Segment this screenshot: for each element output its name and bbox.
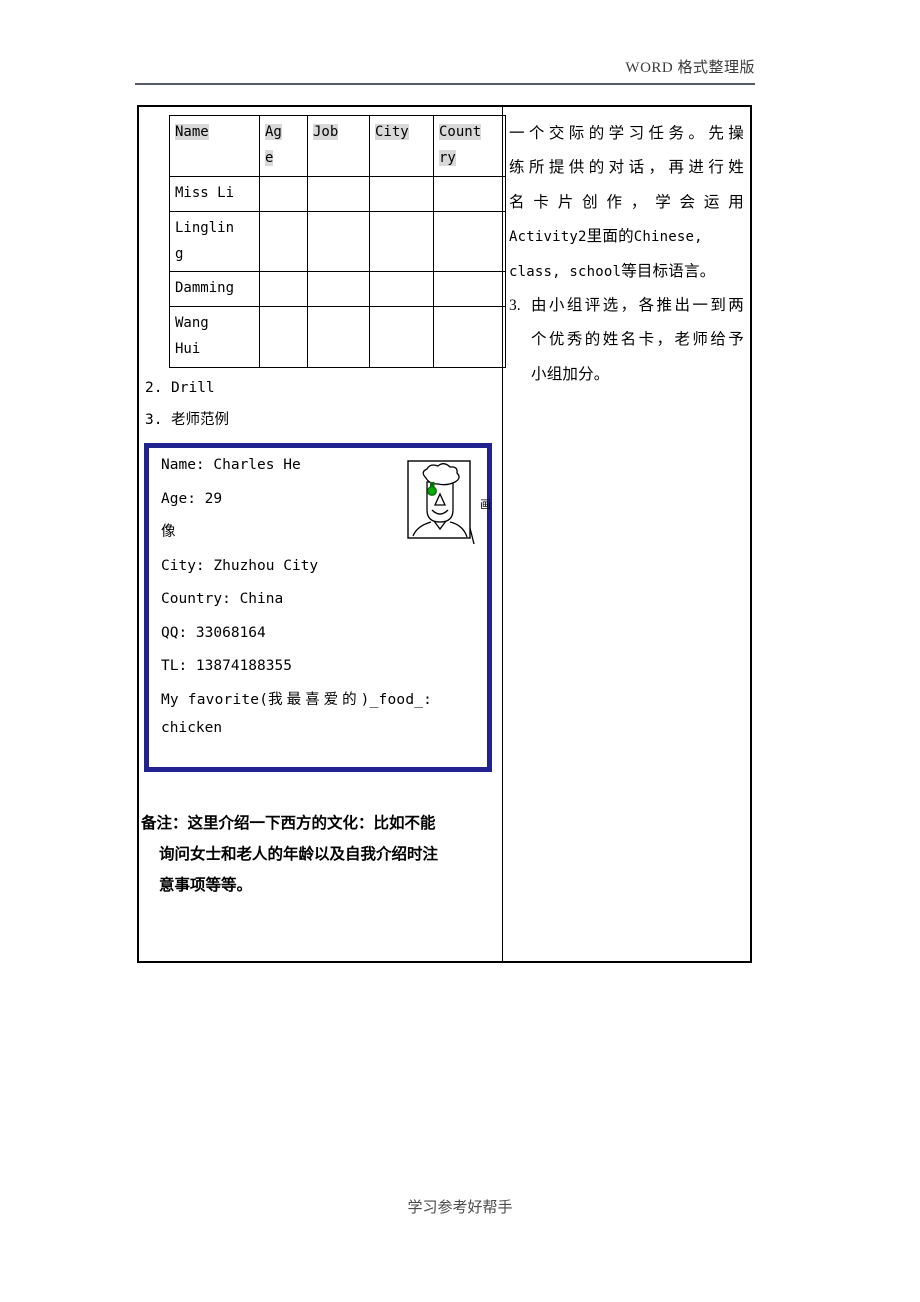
portrait-caption: 画 [480,499,491,512]
class-school-token: class, school [509,263,622,280]
card-field-qq: QQ: 33068164 [161,624,266,641]
card-field-telephone: TL: 13874188355 [161,658,292,675]
list-item-number: 2. [145,380,163,397]
cell-city[interactable] [369,210,434,273]
cell-name[interactable]: Linglin g [169,210,260,273]
cell-name-line2: g [175,245,184,262]
cell-age[interactable] [259,175,308,212]
portrait-face-icon [407,460,475,545]
table-header-row: Name Ag e Job City Count ry [169,115,506,177]
page-running-header: WORD 格式整理版 [625,60,755,76]
table-header-age: Ag e [259,115,308,177]
right-par1-line3: 名卡片创作，学会运用 [509,193,744,211]
right-column-cell: 一个交际的学习任务。先操 练所提供的对话，再进行姓 名卡片创作，学会运用 Act… [503,107,750,961]
cell-age[interactable] [259,271,308,308]
favorite-suffix: )_food_: [360,691,433,708]
header-divider-rule [135,83,755,85]
right-item3-line1: 由小组评选，各推出一到两 [531,297,744,315]
right-par1-line5: class, school等目标语言。 [509,255,744,289]
cell-name[interactable]: Damming [169,271,260,308]
cell-name[interactable]: Wang Hui [169,306,260,369]
list-item-label: Drill [171,380,215,397]
cell-age[interactable] [259,210,308,273]
cell-age[interactable] [259,306,308,369]
culture-note: 备注：这里介绍一下西方的文化：比如不能 询问女士和老人的年龄以及自我介绍时注 意… [141,808,498,901]
portrait-drawing: 画 [407,460,491,545]
right-item3-line2: 个优秀的姓名卡，老师给予 [531,331,744,349]
cell-city[interactable] [369,271,434,308]
cell-name-line1: Wang [175,315,209,332]
cell-job[interactable] [307,271,370,308]
table-row: Linglin g [169,210,506,273]
cell-country[interactable] [433,306,506,369]
activity-token: Activity2 [509,229,587,246]
table-row: Miss Li [169,175,506,212]
roster-table: Name Ag e Job City Count ry Miss Li Ling… [169,115,506,369]
chinese-token: Chinese, [633,229,703,246]
right-par1-line1: 一个交际的学习任务。先操 [509,125,744,142]
page-running-footer: 学习参考好帮手 [407,1200,513,1216]
note-line-3: 意事项等等。 [159,876,253,894]
cell-job[interactable] [307,210,370,273]
right-par1-line2: 练所提供的对话，再进行姓 [509,159,744,177]
list-item-label: 老师范例 [171,412,229,429]
note-line-2: 询问女士和老人的年龄以及自我介绍时注 [159,845,439,863]
favorite-prefix: My favorite( [161,691,269,708]
right-list-item-body: 由小组评选，各推出一到两 个优秀的姓名卡，老师给予 小组加分。 [531,289,744,392]
cell-name[interactable]: Miss Li [169,175,260,212]
card-field-favorite-food: My favorite(我最喜爱的)_food_: [161,691,475,708]
right-list-item-3: 3. 由小组评选，各推出一到两 个优秀的姓名卡，老师给予 小组加分。 [509,289,744,392]
cell-job[interactable] [307,175,370,212]
table-header-city: City [369,115,434,177]
list-item-drill: 2. Drill [143,380,502,396]
left-column-cell: Name Ag e Job City Count ry Miss Li Ling… [139,107,506,961]
line5-cjk: 等目标语言。 [621,262,716,280]
document-content-frame: Name Ag e Job City Count ry Miss Li Ling… [137,105,752,963]
note-line-1: 备注：这里介绍一下西方的文化：比如不能 [141,814,436,832]
table-row: Damming [169,271,506,308]
cell-city[interactable] [369,175,434,212]
cell-country[interactable] [433,271,506,308]
table-header-job: Job [307,115,370,177]
cell-city[interactable] [369,306,434,369]
line4-cjk: 里面的 [586,228,634,246]
cell-country[interactable] [433,175,506,212]
right-list-item-number: 3. [509,297,521,315]
card-field-city: City: Zhuzhou City [161,557,319,574]
list-item-teacher-example: 3. 老师范例 [143,408,502,429]
cell-name-line1: Linglin [175,219,235,236]
favorite-cjk: 我最喜爱的 [268,691,361,708]
cell-country[interactable] [433,210,506,273]
cell-name-line2: Hui [175,341,201,358]
cell-job[interactable] [307,306,370,369]
name-card-box: 画 Name: Charles He Age: 29 像 City: Zhuzh… [144,443,492,772]
table-row: Wang Hui [169,306,506,369]
card-field-country: Country: China [161,591,284,608]
right-paragraph-1: 一个交际的学习任务。先操 练所提供的对话，再进行姓 名卡片创作，学会运用 Act… [509,117,744,289]
table-header-name: Name [169,115,260,177]
table-header-country: Count ry [433,115,506,177]
list-item-number: 3. [145,412,163,429]
roster-table-wrapper: Name Ag e Job City Count ry Miss Li Ling… [139,107,506,369]
right-par1-line4: Activity2里面的Chinese, [509,220,744,254]
right-item3-line3: 小组加分。 [531,365,610,383]
card-field-favorite-value: chicken [161,720,223,737]
